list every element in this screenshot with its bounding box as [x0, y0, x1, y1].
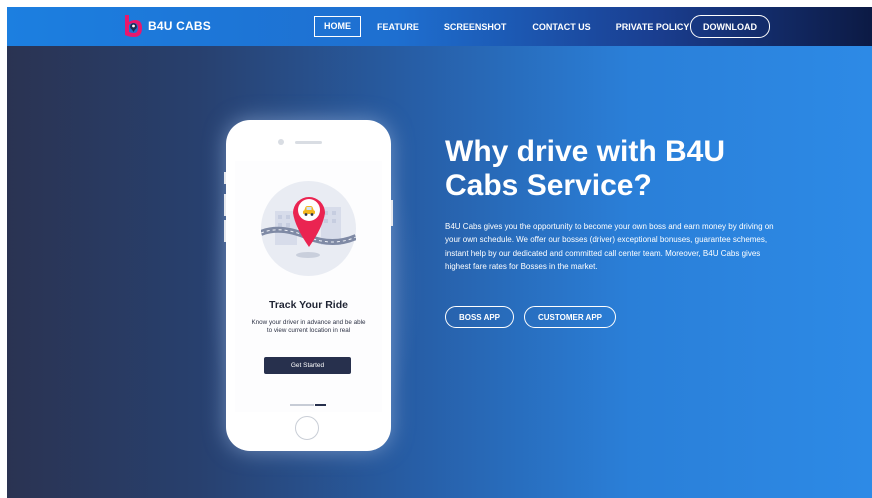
phone-screen: Track Your Ride Know your driver in adva…	[235, 161, 382, 412]
navbar: B4U CABS HOME FEATURE SCREENSHOT CONTACT…	[7, 7, 872, 46]
phone-volume-up	[224, 194, 226, 216]
boss-app-button[interactable]: BOSS APP	[445, 306, 514, 328]
get-started-button[interactable]: Get Started	[264, 357, 351, 374]
phone-volume-down	[224, 220, 226, 242]
nav-feature[interactable]: FEATURE	[377, 17, 419, 37]
phone-camera	[278, 139, 284, 145]
page-indicator-active	[315, 404, 326, 406]
hero-title: Why drive with B4U Cabs Service?	[445, 135, 726, 202]
nav-contact-us[interactable]: CONTACT US	[532, 17, 590, 37]
screen-title: Track Your Ride	[269, 299, 348, 311]
phone-mockup: Track Your Ride Know your driver in adva…	[224, 120, 393, 451]
download-button[interactable]: DOWNLOAD	[690, 15, 770, 38]
phone-side-button	[224, 172, 226, 184]
page-indicator-inactive	[290, 404, 314, 406]
screen-description: Know your driver in advance and be able …	[251, 319, 366, 334]
home-button-icon	[295, 416, 319, 440]
location-pin-icon	[293, 197, 325, 247]
nav-screenshot[interactable]: SCREENSHOT	[444, 17, 507, 37]
brand-logo[interactable]: B4U CABS	[122, 13, 211, 39]
phone-speaker	[295, 141, 322, 144]
car-icon	[303, 206, 315, 216]
logo-icon	[125, 15, 142, 37]
nav-links: HOME FEATURE SCREENSHOT CONTACT US PRIVA…	[314, 16, 689, 37]
hero-description: B4U Cabs gives you the opportunity to be…	[445, 222, 774, 272]
customer-app-button[interactable]: CUSTOMER APP	[524, 306, 616, 328]
nav-home[interactable]: HOME	[314, 16, 361, 37]
hero-section: Track Your Ride Know your driver in adva…	[7, 46, 872, 498]
page-frame: B4U CABS HOME FEATURE SCREENSHOT CONTACT…	[7, 7, 872, 498]
brand-name: B4U CABS	[148, 19, 211, 33]
phone-power-button	[391, 200, 393, 226]
nav-private-policy[interactable]: PRIVATE POLICY	[616, 17, 690, 37]
